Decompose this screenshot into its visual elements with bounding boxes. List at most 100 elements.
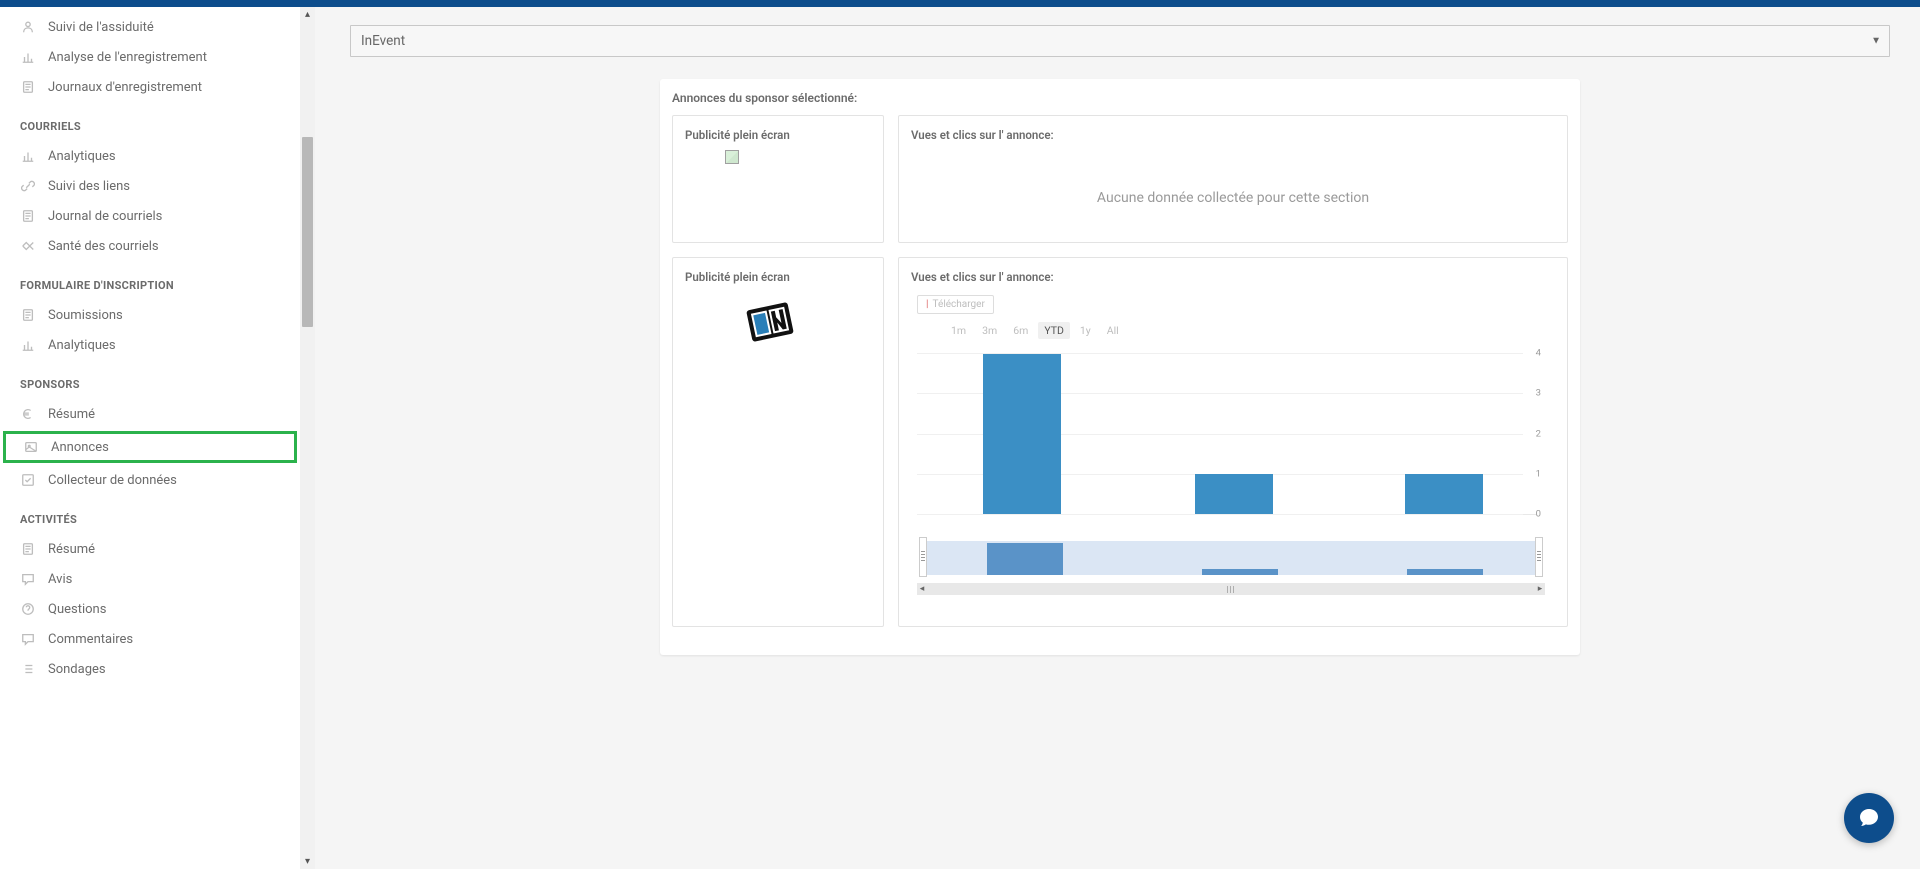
nav-item-icon bbox=[20, 49, 36, 65]
nav-item-label: Questions bbox=[48, 602, 106, 617]
range-button-1y[interactable]: 1y bbox=[1074, 322, 1097, 339]
sidebar-item-analyse-de-l-enregistrement[interactable]: Analyse de l'enregistrement bbox=[0, 42, 300, 72]
nav-item-label: Collecteur de données bbox=[48, 473, 177, 488]
download-button[interactable]: | Télécharger bbox=[917, 295, 994, 314]
nav-item-label: Annonces bbox=[51, 440, 109, 455]
navigator-bar bbox=[987, 543, 1063, 575]
navigator-handle-right[interactable] bbox=[1535, 537, 1543, 577]
nav-item-icon bbox=[20, 337, 36, 353]
navigator-scrollbar[interactable]: ◂ ||| ▸ bbox=[917, 583, 1545, 595]
nav-item-icon bbox=[20, 307, 36, 323]
chart-bar[interactable] bbox=[983, 354, 1061, 514]
navigator-bar bbox=[1202, 569, 1278, 575]
card-title: Vues et clics sur l' annonce: bbox=[911, 270, 1555, 284]
nav-item-icon bbox=[20, 79, 36, 95]
nav-item-icon bbox=[20, 571, 36, 587]
nav-item-label: Analytiques bbox=[48, 149, 116, 164]
nav-item-icon bbox=[20, 631, 36, 647]
nav-item-label: Journal de courriels bbox=[48, 209, 162, 224]
sponsor-select-value: InEvent bbox=[361, 33, 405, 49]
fullscreen-ad-card-1: Publicité plein écran bbox=[672, 115, 884, 243]
nav-item-icon bbox=[20, 178, 36, 194]
nav-item-label: Résumé bbox=[48, 542, 95, 557]
range-button-6m[interactable]: 6m bbox=[1007, 322, 1034, 339]
range-button-all[interactable]: All bbox=[1101, 322, 1125, 339]
top-app-bar bbox=[0, 0, 1920, 7]
download-icon: | bbox=[926, 299, 929, 310]
scroll-grip-icon: ||| bbox=[1227, 585, 1236, 594]
nav-item-label: Analyse de l'enregistrement bbox=[48, 50, 207, 65]
card-title: Publicité plein écran bbox=[685, 270, 871, 284]
nav-item-icon bbox=[20, 238, 36, 254]
y-axis-tick-label: 2 bbox=[1536, 428, 1541, 439]
chart-navigator[interactable] bbox=[917, 533, 1545, 583]
nav-item-icon bbox=[20, 148, 36, 164]
nav-item-icon bbox=[20, 541, 36, 557]
nav-item-label: Avis bbox=[48, 572, 72, 587]
sidebar-item-suivi-des-liens[interactable]: Suivi des liens bbox=[0, 171, 300, 201]
sponsor-select[interactable]: InEvent ▼ bbox=[350, 25, 1890, 57]
sidebar-item-avis[interactable]: Avis bbox=[0, 564, 300, 594]
sidebar-item-suivi-de-l-assiduit-[interactable]: Suivi de l'assiduité bbox=[0, 12, 300, 42]
sidebar-item-sondages[interactable]: Sondages bbox=[0, 654, 300, 684]
no-data-text: Aucune donnée collectée pour cette secti… bbox=[911, 150, 1555, 206]
card-title: Publicité plein écran bbox=[685, 128, 871, 142]
y-axis-tick-label: 1 bbox=[1536, 468, 1541, 479]
nav-item-icon bbox=[20, 472, 36, 488]
scroll-down-arrow[interactable]: ▾ bbox=[300, 854, 315, 869]
scroll-up-arrow[interactable]: ▴ bbox=[300, 7, 315, 22]
sidebar-item-r-sum-[interactable]: Résumé bbox=[0, 534, 300, 564]
sidebar-item-analytiques[interactable]: Analytiques bbox=[0, 141, 300, 171]
nav-item-label: Journaux d'enregistrement bbox=[48, 80, 202, 95]
nav-item-icon bbox=[20, 19, 36, 35]
views-clicks-card-empty: Vues et clics sur l' annonce: Aucune don… bbox=[898, 115, 1568, 243]
nav-item-label: Suivi de l'assiduité bbox=[48, 20, 154, 35]
sponsor-ads-panel: Annonces du sponsor sélectionné: Publici… bbox=[660, 79, 1580, 655]
navigator-bar bbox=[1407, 569, 1483, 575]
views-clicks-chart-card: Vues et clics sur l' annonce: | Téléchar… bbox=[898, 257, 1568, 627]
y-axis-tick-label: 3 bbox=[1536, 388, 1541, 399]
nav-item-label: Commentaires bbox=[48, 632, 133, 647]
panel-title: Annonces du sponsor sélectionné: bbox=[672, 91, 1568, 105]
nav-item-label: Sondages bbox=[48, 662, 106, 677]
sidebar-section-header: COURRIELS bbox=[0, 102, 300, 141]
nav-item-label: Résumé bbox=[48, 407, 95, 422]
sidebar-item-sant-des-courriels[interactable]: Santé des courriels bbox=[0, 231, 300, 261]
chart-bar[interactable] bbox=[1195, 474, 1273, 514]
scroll-right-icon[interactable]: ▸ bbox=[1535, 584, 1545, 594]
sidebar-item-analytiques[interactable]: Analytiques bbox=[0, 330, 300, 360]
sidebar-section-header: ACTIVITÉS bbox=[0, 495, 300, 534]
sidebar-item-collecteur-de-donn-es[interactable]: Collecteur de données bbox=[0, 465, 300, 495]
fullscreen-ad-card-2: Publicité plein écran bbox=[672, 257, 884, 627]
navigator-handle-left[interactable] bbox=[919, 537, 927, 577]
nav-item-icon bbox=[20, 661, 36, 677]
sidebar-item-journaux-d-enregistrement[interactable]: Journaux d'enregistrement bbox=[0, 72, 300, 102]
sidebar-item-questions[interactable]: Questions bbox=[0, 594, 300, 624]
bar-chart: 01234 bbox=[917, 353, 1537, 515]
sidebar: Suivi de l'assiduité Analyse de l'enregis… bbox=[0, 7, 300, 869]
nav-item-icon bbox=[20, 601, 36, 617]
chat-icon bbox=[1857, 806, 1881, 830]
range-button-1m[interactable]: 1m bbox=[945, 322, 972, 339]
chart-bar[interactable] bbox=[1405, 474, 1483, 514]
sidebar-item-commentaires[interactable]: Commentaires bbox=[0, 624, 300, 654]
nav-item-label: Suivi des liens bbox=[48, 179, 130, 194]
sidebar-item-soumissions[interactable]: Soumissions bbox=[0, 300, 300, 330]
y-axis-tick-label: 4 bbox=[1536, 348, 1541, 359]
chat-fab-button[interactable] bbox=[1844, 793, 1894, 843]
nav-item-icon bbox=[20, 406, 36, 422]
sidebar-section-header: SPONSORS bbox=[0, 360, 300, 399]
range-button-ytd[interactable]: YTD bbox=[1038, 322, 1070, 339]
download-label: Télécharger bbox=[933, 299, 985, 310]
scrollbar-track[interactable] bbox=[300, 22, 315, 854]
sidebar-item-annonces[interactable]: Annonces bbox=[3, 431, 297, 463]
scrollbar-thumb[interactable] bbox=[302, 137, 313, 327]
chevron-down-icon: ▼ bbox=[1871, 36, 1881, 47]
range-button-3m[interactable]: 3m bbox=[976, 322, 1003, 339]
nav-item-label: Analytiques bbox=[48, 338, 116, 353]
nav-item-icon bbox=[20, 208, 36, 224]
scroll-left-icon[interactable]: ◂ bbox=[917, 584, 927, 594]
sidebar-item-r-sum-[interactable]: Résumé bbox=[0, 399, 300, 429]
sidebar-item-journal-de-courriels[interactable]: Journal de courriels bbox=[0, 201, 300, 231]
sidebar-container: ▴ ▾ Suivi de l'assiduité Analyse de l'enr… bbox=[0, 7, 315, 869]
